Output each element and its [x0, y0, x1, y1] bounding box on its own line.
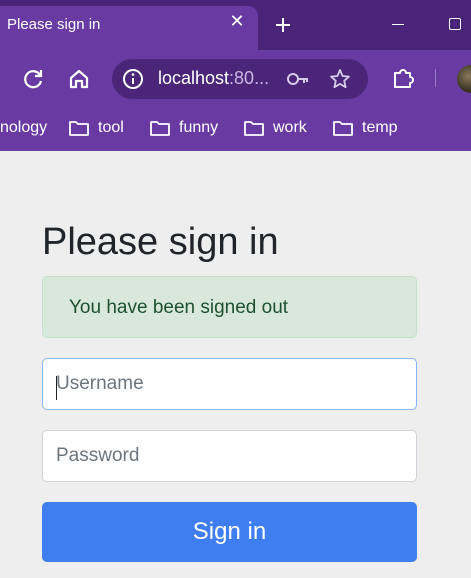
new-tab-icon[interactable] — [272, 14, 294, 36]
url-host: localhost — [158, 68, 230, 88]
bookmark-label: funny — [179, 119, 219, 136]
sign-in-button[interactable]: Sign in — [42, 502, 417, 562]
url-rest: :80... — [229, 68, 270, 88]
bookmark-star-icon[interactable] — [328, 67, 352, 91]
bookmarks-bar: nology tool funny work temp — [0, 108, 471, 151]
address-bar[interactable]: localhost:80... — [112, 59, 368, 99]
minimize-icon[interactable] — [392, 24, 404, 25]
maximize-icon[interactable] — [449, 18, 461, 30]
bookmark-label: nology — [0, 119, 48, 136]
tab-close-icon[interactable]: ✕ — [228, 12, 246, 30]
text-cursor — [56, 376, 57, 400]
site-info-icon[interactable] — [122, 68, 144, 90]
browser-chrome: Please sign in ✕ localhost:80... nology … — [0, 0, 471, 151]
profile-avatar[interactable] — [457, 65, 471, 93]
folder-icon — [244, 121, 264, 136]
bookmark-label: tool — [98, 119, 124, 136]
username-input[interactable] — [42, 358, 417, 410]
toolbar: localhost:80... — [0, 50, 471, 108]
page-title: Please sign in — [42, 221, 279, 263]
folder-icon — [333, 121, 353, 136]
toolbar-divider — [435, 69, 436, 87]
bookmark-label: work — [273, 119, 307, 136]
tab-strip: Please sign in ✕ — [0, 0, 471, 50]
bookmark-label: temp — [362, 119, 398, 136]
active-tab[interactable]: Please sign in ✕ — [0, 6, 258, 50]
alert-message: You have been signed out — [69, 297, 289, 318]
folder-icon — [150, 121, 170, 136]
url-text[interactable]: localhost:80... — [158, 68, 269, 89]
password-input[interactable] — [42, 430, 417, 482]
home-icon[interactable] — [65, 65, 93, 93]
folder-icon — [69, 121, 89, 136]
extensions-icon[interactable] — [390, 65, 416, 91]
password-key-icon[interactable] — [286, 69, 310, 89]
reload-icon[interactable] — [20, 65, 48, 93]
signed-out-alert: You have been signed out — [42, 276, 417, 338]
tab-title: Please sign in — [7, 16, 101, 33]
page-content: Please sign in You have been signed out … — [0, 151, 471, 578]
